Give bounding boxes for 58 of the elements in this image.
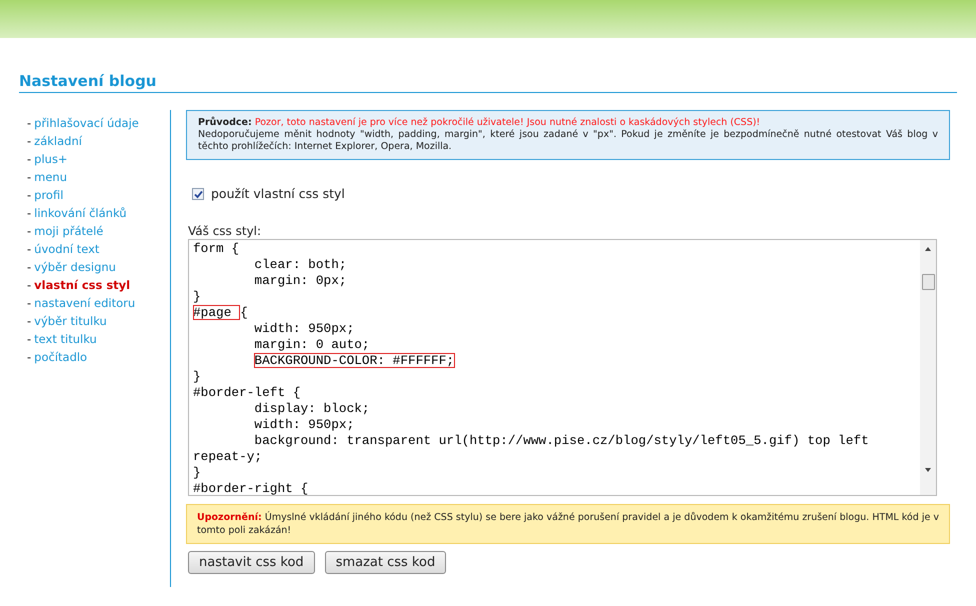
list-dash: -	[27, 259, 32, 276]
code-line: }	[193, 368, 202, 385]
code-line: width: 950px;	[253, 416, 356, 433]
scrollbar[interactable]	[920, 240, 936, 495]
code-line: display: block;	[253, 400, 371, 417]
code-line: margin: 0 auto;	[253, 336, 371, 353]
sidebar-link[interactable]: výběr designu	[34, 258, 116, 276]
code-line: #border-right {	[193, 480, 310, 495]
list-dash: -	[27, 313, 32, 330]
list-dash: -	[27, 331, 32, 348]
notice-text: Upozornění: Úmyslné vkládání jiného kódu (než CSS stylu) se bere jako vážné porušení pravidel a je důvodem k okamžitému zrušení blogu. HTML kód je v tomto poli zakázán!	[197, 510, 939, 537]
list-dash: -	[27, 295, 32, 312]
sidebar-link[interactable]: úvodní text	[34, 240, 100, 258]
list-dash: -	[27, 277, 32, 294]
scroll-down-icon	[924, 466, 932, 473]
list-dash: -	[27, 187, 32, 204]
list-dash: -	[27, 133, 32, 150]
sidebar-link[interactable]: menu	[34, 168, 68, 186]
code-line: BACKGROUND-COLOR: #FFFFFF;	[253, 352, 456, 369]
code-line: #page {	[193, 304, 249, 321]
code-line: width: 950px;	[253, 320, 356, 337]
checkbox[interactable]	[192, 188, 204, 200]
scroll-up-icon	[924, 246, 932, 252]
sidebar-link[interactable]: plus+	[34, 150, 68, 168]
sidebar-link[interactable]: linkování článků	[34, 204, 127, 222]
check-icon	[194, 190, 202, 199]
code-line: repeat-y;	[193, 448, 264, 465]
sidebar-link[interactable]: profil	[34, 186, 64, 204]
editor-label: Váš css styl:	[188, 224, 262, 239]
list-dash: -	[27, 349, 32, 366]
scroll-thumb[interactable]	[922, 274, 934, 290]
code-line: clear: both;	[253, 256, 348, 273]
list-dash: -	[27, 223, 32, 240]
code-line: }	[193, 288, 202, 305]
list-dash: -	[27, 241, 32, 258]
code-line: form {	[193, 240, 240, 257]
css-textarea[interactable]	[188, 238, 937, 496]
sidebar-link[interactable]: vlastní css styl	[34, 276, 130, 294]
code-line: #border-left {	[193, 384, 302, 401]
code-line: background: transparent url(http://www.pise.cz/blog/styly/left05_5.gif) top left	[253, 432, 870, 449]
sidebar-link[interactable]: nastavení editoru	[34, 294, 136, 312]
sidebar-link[interactable]: základní	[34, 132, 82, 150]
page-title: Nastavení blogu	[19, 72, 957, 93]
sidebar-link[interactable]: text titulku	[34, 330, 97, 348]
list-dash: -	[27, 151, 32, 168]
checkbox-label: použít vlastní css styl	[211, 185, 345, 203]
sidebar-link[interactable]: počítadlo	[34, 348, 88, 366]
code-line: margin: 0px;	[253, 272, 348, 289]
sidebar-link[interactable]: moji přátelé	[34, 222, 104, 240]
form-button[interactable]: nastavit css kod	[188, 550, 315, 574]
sidebar-link[interactable]: přihlašovací údaje	[34, 114, 139, 132]
list-dash: -	[27, 205, 32, 222]
list-dash: -	[27, 115, 32, 132]
sidebar-link[interactable]: výběr titulku	[34, 312, 107, 330]
code-line: }	[193, 464, 202, 481]
guide-text: Průvodce: Pozor, toto nastavení je pro více než pokročilé uživatele! Jsou nutné znalosti o kaskádových stylech (CSS)! Nedoporučujeme měnit hodnoty "width, padding, margin", které jsou zadané v "px". Pokud je změníte je bezpodmínečně nutné otestovat Váš blog v těchto prohlížečích: Internet Explorer, Opera, Mozilla.	[198, 117, 938, 153]
form-button[interactable]: smazat css kod	[324, 550, 446, 574]
list-dash: -	[27, 169, 32, 186]
